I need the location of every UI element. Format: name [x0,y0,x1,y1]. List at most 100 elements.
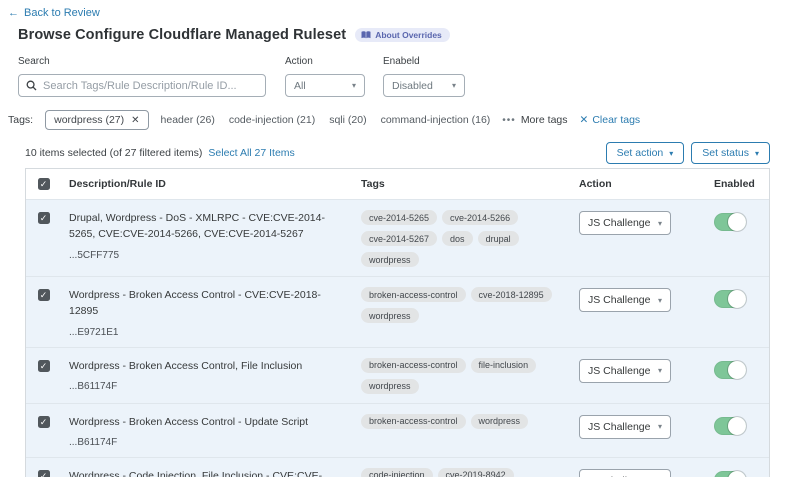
selected-tag-chip[interactable]: wordpress (27) ✕ [45,110,148,130]
title-row: Browse Configure Cloudflare Managed Rule… [18,27,450,43]
rule-description: Wordpress - Code Injection, File Inclusi… [69,468,347,477]
rule-action-cell: JS Challenge ▾ [579,358,691,394]
tag-filter[interactable]: header (26) [161,114,215,126]
back-link[interactable]: ← Back to Review [8,7,100,19]
header-tags: Tags [361,178,579,190]
rule-id: ...B61174F [69,437,347,448]
ellipsis-icon: ••• [502,115,516,126]
search-icon [26,80,37,91]
enabled-toggle[interactable] [714,471,746,477]
rule-action-cell: JS Challenge▾ [579,468,691,477]
table-row: ✓ Drupal, Wordpress - DoS - XMLRPC - CVE:… [26,199,769,276]
chevron-down-icon: ▾ [658,296,662,305]
rule-tag: broken-access-control [361,287,466,302]
search-input[interactable] [43,80,258,92]
selection-summary: 10 items selected (of 27 filtered items) [25,147,202,159]
rule-description: Wordpress - Broken Access Control, File … [69,358,347,374]
action-filter-dropdown[interactable]: All ▾ [285,74,365,97]
set-action-button[interactable]: Set action ▾ [606,142,685,164]
search-box [18,74,266,97]
rule-action-cell: JS Challenge ▾ [579,287,691,338]
rule-tag: file-inclusion [471,358,537,373]
rule-enabled-cell [691,468,769,477]
rule-action-value: JS Challenge [588,294,650,306]
toggle-knob [728,417,746,435]
toggle-knob [728,471,746,477]
page: ← Back to Review Browse Configure Cloudf… [0,0,794,477]
rule-tag: wordpress [471,414,529,429]
rule-enabled-cell [691,210,769,267]
clear-tags-button[interactable]: ✕ Clear tags [580,114,641,126]
rule-tag: wordpress [361,252,419,267]
rule-action-value: JS Challenge [588,365,650,377]
tag-filter[interactable]: code-injection (21) [229,114,315,126]
row-checkbox[interactable]: ✓ [38,289,50,301]
rule-tag: cve-2014-5266 [442,210,518,225]
rule-tags-cell: broken-access-controlfile-inclusionwordp… [361,358,579,394]
rule-tags-cell: cve-2014-5265cve-2014-5266cve-2014-5267d… [361,210,579,267]
table-row: ✓ Wordpress - Code Injection, File Inclus… [26,457,769,477]
enabled-toggle[interactable] [714,361,746,379]
rule-action-dropdown[interactable]: JS Challenge ▾ [579,359,671,383]
bulk-action-buttons: Set action ▾ Set status ▾ [606,142,770,164]
page-title: Browse Configure Cloudflare Managed Rule… [18,27,346,43]
rule-description: Wordpress - Broken Access Control - Upda… [69,414,347,430]
rule-tag: cve-2019-8942 [438,468,514,477]
chevron-down-icon: ▾ [658,422,662,431]
more-tags-button[interactable]: ••• More tags [502,114,567,126]
rule-enabled-cell [691,414,769,448]
rule-id: ...5CFF775 [69,250,347,261]
close-icon[interactable]: ✕ [131,115,139,126]
enabled-filter-label: Enabeld [383,56,420,67]
close-icon: ✕ [580,114,589,126]
toggle-knob [728,361,746,379]
enabled-filter-value: Disabled [392,80,433,92]
chevron-down-icon: ▾ [658,366,662,375]
selected-tag-label: wordpress (27) [54,114,124,126]
rule-description: Wordpress - Broken Access Control - CVE:… [69,287,347,320]
action-filter-label: Action [285,56,313,67]
table-row: ✓ Wordpress - Broken Access Control, File… [26,347,769,403]
row-checkbox[interactable]: ✓ [38,360,50,372]
chevron-down-icon: ▾ [755,149,759,158]
select-all-link[interactable]: Select All 27 Items [208,147,294,159]
rule-description-cell: Wordpress - Broken Access Control - CVE:… [61,287,361,338]
rule-action-dropdown[interactable]: JS Challenge▾ [579,211,671,235]
row-checkbox[interactable]: ✓ [38,416,50,428]
enabled-toggle[interactable] [714,290,746,308]
row-checkbox[interactable]: ✓ [38,470,50,477]
about-overrides-badge[interactable]: About Overrides [355,28,450,42]
rule-action-dropdown[interactable]: JS Challenge▾ [579,415,671,439]
rule-id: ...E9721E1 [69,327,347,338]
enabled-toggle[interactable] [714,417,746,435]
rules-table: ✓ Description/Rule ID Tags Action Enable… [25,168,770,477]
select-all-checkbox[interactable]: ✓ [38,178,50,190]
rule-tags-cell: broken-access-control wordpress [361,414,579,448]
enabled-toggle[interactable] [714,213,746,231]
rule-action-dropdown[interactable]: JS Challenge ▾ [579,288,671,312]
row-checkbox-cell: ✓ [26,210,61,267]
rule-tag: wordpress [361,379,419,394]
rule-tag: wordpress [361,308,419,323]
row-checkbox[interactable]: ✓ [38,212,50,224]
tag-filter[interactable]: sqli (20) [329,114,366,126]
rule-action-dropdown[interactable]: JS Challenge▾ [579,469,671,477]
rule-description-cell: Wordpress - Broken Access Control - Upda… [61,414,361,448]
table-body: ✓ Drupal, Wordpress - DoS - XMLRPC - CVE:… [26,199,769,477]
toggle-knob [728,290,746,308]
rule-description-cell: Drupal, Wordpress - DoS - XMLRPC - CVE:C… [61,210,361,267]
rule-tag: dos [442,231,473,246]
rule-description: Drupal, Wordpress - DoS - XMLRPC - CVE:C… [69,210,347,243]
tag-filter[interactable]: command-injection (16) [381,114,491,126]
set-status-button[interactable]: Set status ▾ [691,142,770,164]
rule-action-cell: JS Challenge▾ [579,414,691,448]
rule-tag: drupal [478,231,519,246]
table-row: ✓ Wordpress - Broken Access Control - Upd… [26,403,769,457]
book-icon [361,31,371,39]
row-checkbox-cell: ✓ [26,414,61,448]
enabled-filter-dropdown[interactable]: Disabled ▾ [383,74,465,97]
tags-bar: Tags: wordpress (27) ✕ header (26)code-i… [8,110,788,130]
more-tags-label: More tags [521,114,568,126]
rule-tag: cve-2018-12895 [471,287,552,302]
rule-tag: broken-access-control [361,414,466,429]
